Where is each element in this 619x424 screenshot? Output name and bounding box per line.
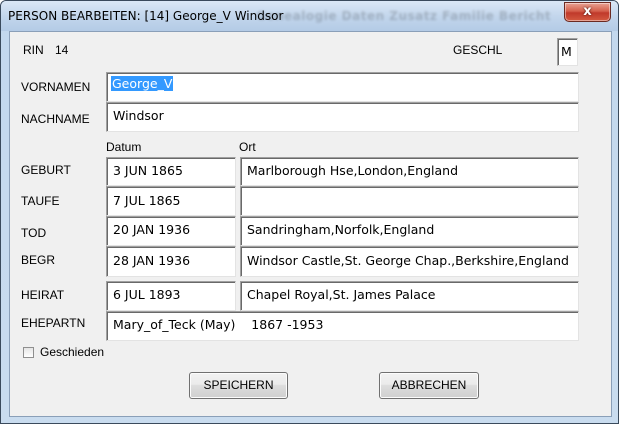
spouse-label: EHEPARTN (21, 316, 86, 330)
surname-field[interactable]: Windsor (106, 102, 579, 132)
close-icon: x (583, 4, 592, 19)
given-name-label: VORNAMEN (21, 80, 91, 94)
date-column-header: Datum (106, 140, 142, 154)
window-title: PERSON BEARBEITEN: [14] George_V Windsor (8, 9, 284, 23)
marriage-place-field[interactable]: Chapel Royal,St. James Palace (240, 281, 579, 311)
dialog-window: PERSON BEARBEITEN: [14] George_V Windsor… (0, 0, 619, 424)
rin-label: RIN (23, 43, 44, 57)
divorced-label: Geschieden (40, 345, 105, 359)
burial-date-field[interactable]: 28 JAN 1936 (106, 246, 236, 277)
cancel-button[interactable]: ABBRECHEN (379, 372, 479, 399)
death-place-field[interactable]: Sandringham,Norfolk,England (240, 216, 579, 246)
baptism-date-field[interactable]: 7 JUL 1865 (106, 186, 236, 216)
event-label-death: TOD (21, 226, 47, 240)
event-label-birth: GEBURT (21, 163, 71, 177)
dialog-body: RIN 14 GESCHL M VORNAMEN George_V NACHNA… (9, 31, 612, 417)
sex-field[interactable]: M (557, 38, 578, 66)
close-button[interactable]: x (564, 2, 611, 22)
burial-place-field[interactable]: Windsor Castle,St. George Chap.,Berkshir… (240, 246, 579, 277)
rin-value: 14 (55, 43, 69, 57)
death-date-field[interactable]: 20 JAN 1936 (106, 216, 236, 246)
event-label-burial: BEGR (21, 253, 56, 267)
save-button[interactable]: SPEICHERN (189, 372, 288, 399)
title-bar[interactable]: PERSON BEARBEITEN: [14] George_V Windsor… (1, 1, 618, 31)
background-window-title: Genealogie Daten Zusatz Familie Bericht (256, 9, 552, 23)
sex-label: GESCHL (453, 43, 503, 57)
birth-date-field[interactable]: 3 JUN 1865 (106, 157, 236, 186)
given-name-value: George_V (111, 76, 174, 91)
place-column-header: Ort (239, 140, 256, 154)
spouse-field[interactable]: Mary_of_Teck (May) 1867 -1953 (106, 311, 579, 341)
divorced-checkbox[interactable] (23, 347, 34, 358)
baptism-place-field[interactable] (240, 186, 579, 216)
birth-place-field[interactable]: Marlborough Hse,London,England (240, 157, 579, 186)
event-label-marriage: HEIRAT (21, 288, 65, 302)
marriage-date-field[interactable]: 6 JUL 1893 (106, 281, 236, 311)
event-label-baptism: TAUFE (21, 194, 60, 208)
given-name-field[interactable]: George_V (106, 72, 579, 102)
surname-label: NACHNAME (21, 112, 90, 126)
